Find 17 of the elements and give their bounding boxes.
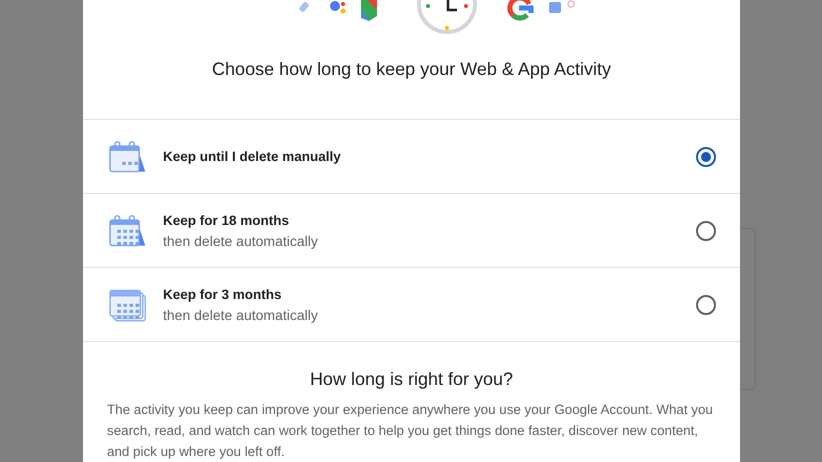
section-heading: How long is right for you? (308, 369, 514, 390)
option-title: Keep for 3 months (163, 286, 283, 304)
retention-option[interactable]: Keep until I delete manually (83, 120, 740, 194)
calendar-icon (107, 140, 147, 174)
option-title: Keep until I delete manually (163, 148, 342, 166)
dialog-title: Choose how long to keep your Web & App Activity (211, 59, 612, 81)
option-title: Keep for 18 months (163, 212, 290, 230)
radio-button[interactable] (696, 220, 716, 240)
radio-button[interactable] (696, 146, 716, 166)
retention-option[interactable]: Keep for 3 months then delete automatically (83, 268, 740, 342)
radio-button[interactable] (696, 294, 716, 314)
calendar-icon (107, 288, 147, 322)
retention-option[interactable]: Keep for 18 months then delete automatically (83, 194, 740, 268)
calendar-icon (107, 214, 147, 248)
info-paragraph: The activity you keep can improve your experience anywhere you use your Google Account. What you search, read, and watch can work together to help you get things done faster, discover new content, and pick up where you left off. (107, 401, 714, 461)
option-subtitle: then delete automatically (163, 232, 319, 250)
option-subtitle: then delete automatically (163, 306, 319, 324)
